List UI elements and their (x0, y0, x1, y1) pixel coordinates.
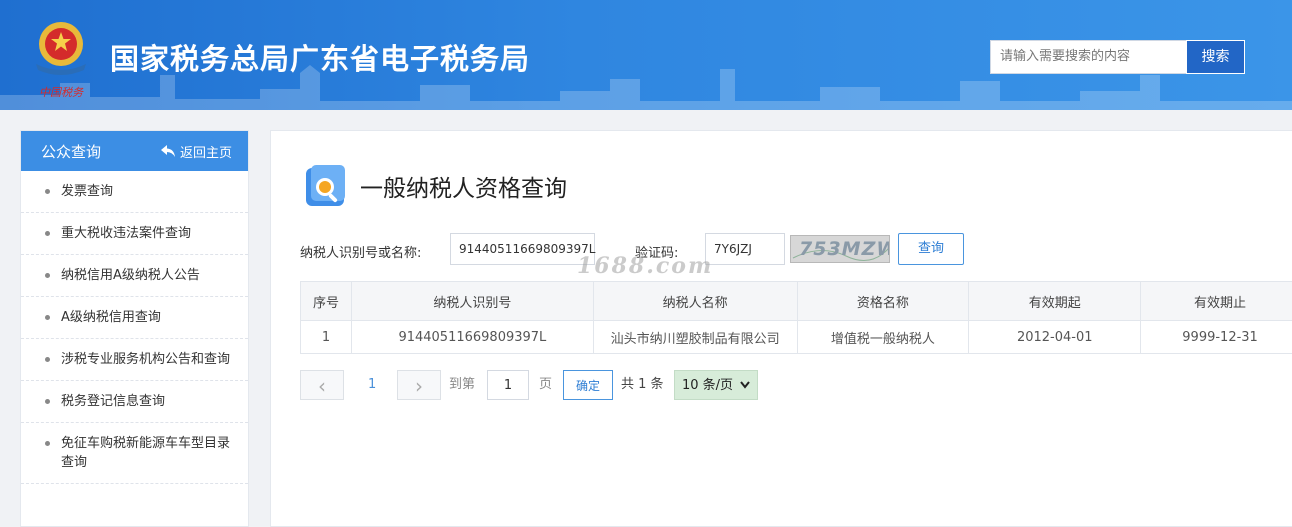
sidebar-item-major-violation-query[interactable]: 重大税收违法案件查询 (21, 213, 248, 255)
sidebar-item-a-credit-announcement[interactable]: 纳税信用A级纳税人公告 (21, 255, 248, 297)
current-page-number[interactable]: 1 (368, 370, 378, 400)
page-size-value: 10 条/页 (682, 378, 734, 393)
back-arrow-icon (160, 145, 175, 157)
sidebar-item-label: 纳税信用A级纳税人公告 (61, 268, 200, 283)
bullet-icon (45, 231, 50, 236)
bullet-icon (45, 357, 50, 362)
site-header: 中国税务 国家税务总局广东省电子税务局 请输入需要搜索的内容 搜索 (0, 0, 1292, 110)
search-input[interactable]: 请输入需要搜索的内容 (990, 40, 1186, 74)
chevron-down-icon (740, 381, 750, 389)
sidebar-item-label: 免征车购税新能源车车型目录查询 (61, 436, 231, 470)
cell-taxpayer-id: 91440511669809397L (350, 320, 594, 354)
bullet-icon (45, 273, 50, 278)
sidebar-item-label: A级纳税信用查询 (61, 310, 161, 325)
goto-label: 到第 (449, 377, 476, 392)
results-table: 序号 纳税人识别号 纳税人名称 资格名称 有效期起 有效期止 1 9144051… (300, 281, 1292, 354)
captcha-image-text: 753MZW (799, 238, 890, 260)
taxpayer-label: 纳税人识别号或名称: (300, 246, 422, 261)
table-row: 1 91440511669809397L 汕头市纳川塑胶制品有限公司 增值税一般… (300, 320, 1292, 354)
sidebar-title: 公众查询 (41, 142, 102, 161)
sidebar-item-label: 重大税收违法案件查询 (61, 226, 192, 241)
bullet-icon (45, 189, 50, 194)
back-home-label: 返回主页 (179, 145, 232, 161)
sidebar: 公众查询 返回主页 发票查询 重大税收违法案件查询 纳税信用A级纳税人公告 A级… (20, 130, 249, 527)
goto-confirm-button[interactable]: 确定 (563, 370, 613, 400)
table-header-row: 序号 纳税人识别号 纳税人名称 资格名称 有效期起 有效期止 (300, 281, 1292, 321)
goto-page-input[interactable]: 1 (487, 370, 529, 400)
sidebar-item-tax-registration-query[interactable]: 税务登记信息查询 (21, 381, 248, 423)
watermark: 1688.com (577, 253, 714, 279)
query-button[interactable]: 查询 (898, 233, 964, 265)
main-panel: 一般纳税人资格查询 纳税人识别号或名称: 91440511669809397L … (270, 130, 1292, 527)
emblem-caption: 中国税务 (39, 86, 84, 99)
col-header-valid-to: 有效期止 (1140, 281, 1292, 321)
col-header-qualification: 资格名称 (796, 281, 970, 321)
cell-qualification: 增值税一般纳税人 (796, 320, 970, 354)
captcha-input[interactable]: 7Y6JZJ (705, 233, 785, 265)
back-home-link[interactable]: 返回主页 (160, 142, 232, 161)
sidebar-item-tax-service-agency[interactable]: 涉税专业服务机构公告和查询 (21, 339, 248, 381)
sidebar-item-a-credit-query[interactable]: A级纳税信用查询 (21, 297, 248, 339)
sidebar-item-label: 发票查询 (61, 184, 114, 199)
sidebar-item-label: 税务登记信息查询 (61, 394, 166, 409)
sidebar-item-label: 涉税专业服务机构公告和查询 (61, 352, 231, 367)
next-page-button[interactable]: › (397, 370, 441, 400)
taxpayer-id-input[interactable]: 91440511669809397L (450, 233, 595, 265)
page-title: 一般纳税人资格查询 (360, 176, 567, 202)
bullet-icon (45, 441, 50, 446)
cell-valid-to: 9999-12-31 (1140, 320, 1292, 354)
site-title: 国家税务总局广东省电子税务局 (110, 42, 531, 76)
page-unit-label: 页 (539, 377, 553, 392)
bullet-icon (45, 399, 50, 404)
cell-taxpayer-name: 汕头市纳川塑胶制品有限公司 (592, 320, 798, 354)
tax-emblem-logo: 中国税务 (36, 22, 86, 99)
cell-index: 1 (300, 320, 352, 354)
total-count: 共 1 条 (621, 377, 664, 392)
bullet-icon (45, 315, 50, 320)
col-header-taxpayer-name: 纳税人名称 (592, 281, 798, 321)
search-document-icon (306, 165, 345, 206)
col-header-valid-from: 有效期起 (968, 281, 1142, 321)
sidebar-item-invoice-query[interactable]: 发票查询 (21, 171, 248, 213)
sidebar-item-ev-model-catalog[interactable]: 免征车购税新能源车车型目录查询 (21, 423, 248, 484)
col-header-index: 序号 (300, 281, 352, 321)
prev-page-button[interactable]: ‹ (300, 370, 344, 400)
search-button[interactable]: 搜索 (1186, 40, 1245, 74)
page-size-select[interactable]: 10 条/页 (674, 370, 758, 400)
captcha-image[interactable]: 753MZW (790, 235, 890, 263)
sidebar-header: 公众查询 返回主页 (21, 131, 248, 171)
cell-valid-from: 2012-04-01 (968, 320, 1142, 354)
col-header-taxpayer-id: 纳税人识别号 (350, 281, 594, 321)
